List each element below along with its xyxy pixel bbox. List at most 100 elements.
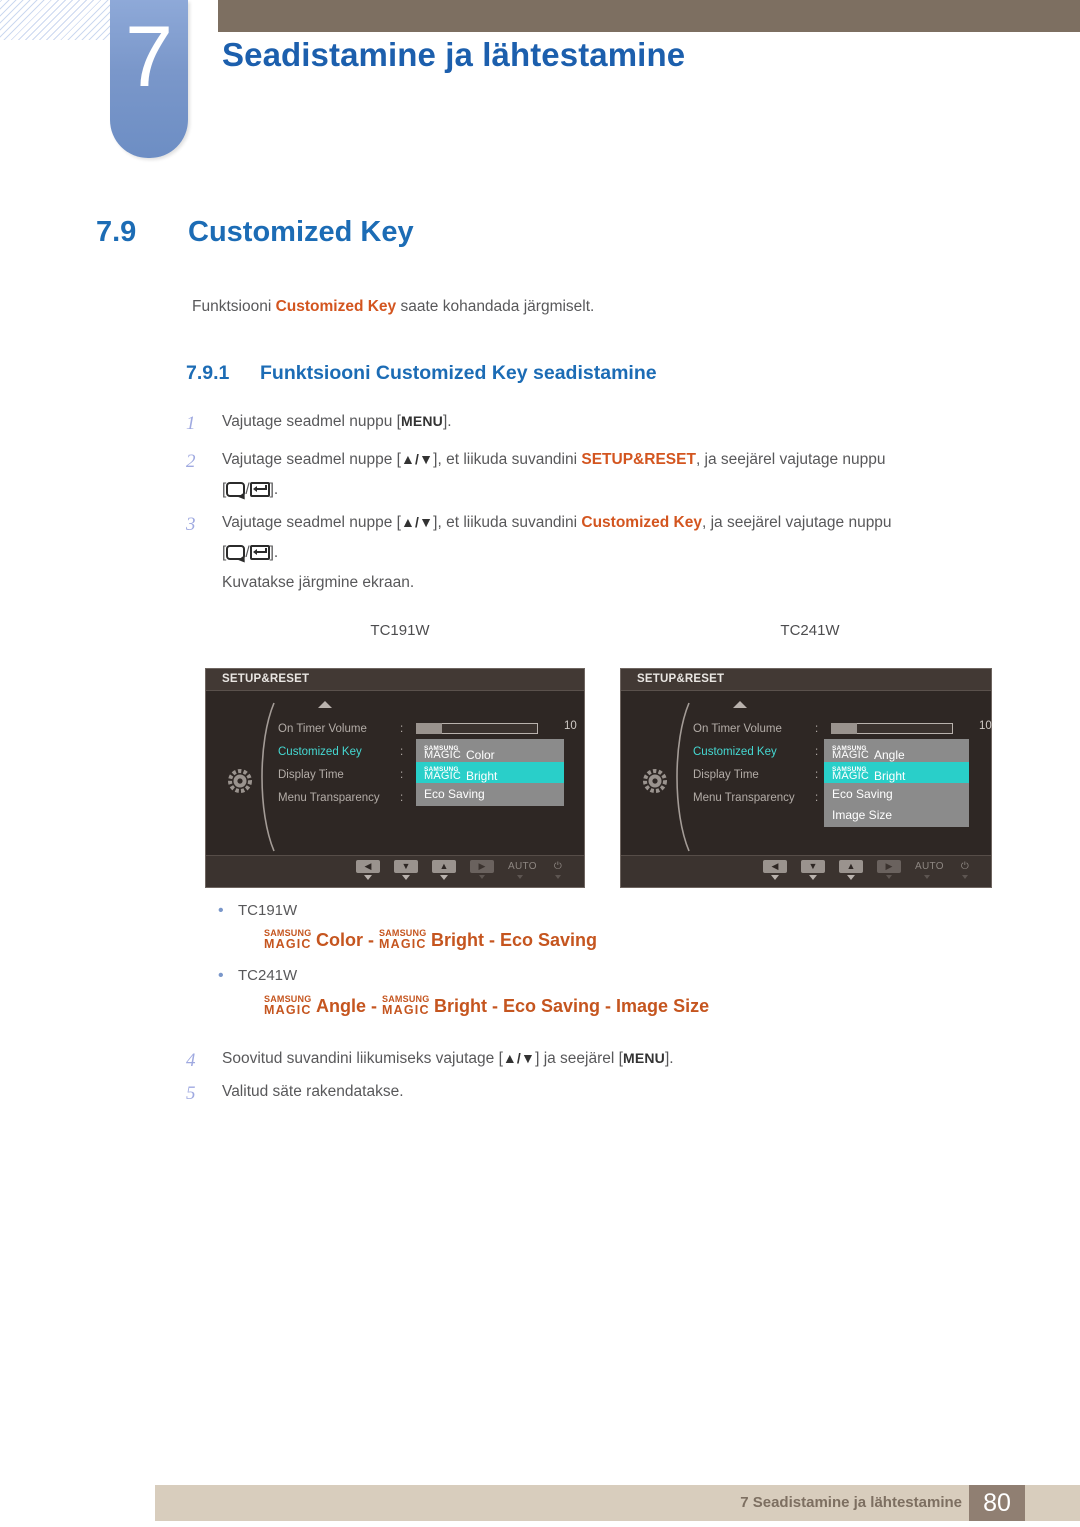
power-icon: ⏻ (960, 861, 970, 872)
row-colon: : (815, 722, 819, 735)
row-colon: : (400, 722, 404, 735)
osd-screenshot-tc191w: SETUP&RESET On Timer Volume : 10 Customi… (205, 668, 585, 888)
steps-list-continued: 4 Soovitud suvandini liikumiseks vajutag… (186, 1047, 998, 1117)
osd-button-auto[interactable]: AUTO (915, 860, 944, 880)
magic-bottom: MAGIC (382, 1002, 430, 1017)
row-label: Customized Key (278, 745, 362, 758)
chapter-number: 7 (125, 9, 173, 105)
osd-button-right[interactable]: ▶ (877, 860, 901, 880)
dropdown-item-magic-angle[interactable]: SAMSUNG MAGIC Angle (824, 741, 969, 762)
samsung-magic-logo: SAMSUNG MAGIC (424, 743, 466, 761)
step-text: Vajutage seadmel nuppe [▲/▼], et liikuda… (222, 448, 998, 502)
osd-button-up[interactable]: ▲ (432, 860, 456, 880)
step-number: 2 (186, 450, 196, 472)
row-label: Display Time (278, 768, 344, 781)
button-tick-icon (364, 875, 372, 880)
step-number: 4 (186, 1050, 196, 1071)
option-first: Angle (316, 995, 367, 1016)
dropdown-item-label: Bright (874, 769, 906, 783)
osd-buttons: ◀ ▼ ▲ ▶ AUTO ⏻ (356, 860, 570, 880)
row-label: Menu Transparency (278, 791, 380, 804)
slider-fill (416, 723, 442, 734)
step-text: Vajutage seadmel nuppu [MENU]. (222, 410, 998, 439)
osd-button-left[interactable]: ◀ (356, 860, 380, 880)
step-text-c: , ja seejärel vajutage nuppu (701, 513, 892, 531)
osd-button-right[interactable]: ▶ (470, 860, 494, 880)
option-first: Color (316, 930, 363, 951)
dropdown-item-magic-bright[interactable]: SAMSUNG MAGIC Bright (416, 762, 564, 783)
osd-body: On Timer Volume : 10 Customized Key : Di… (621, 691, 992, 855)
subsection-title: Funktsiooni Customized Key seadistamine (260, 362, 657, 384)
osd-button-down[interactable]: ▼ (801, 860, 825, 880)
row-colon: : (400, 768, 404, 781)
button-tick-icon (809, 875, 817, 880)
model-options-list: • TC191W SAMSUNG MAGIC Color - SAMSUNG M… (212, 900, 992, 1031)
samsung-magic-logo: SAMSUNG MAGIC (379, 928, 431, 951)
intro-paragraph: Funktsiooni Customized Key saate kohanda… (192, 296, 594, 318)
osd-button-bar: ◀ ▼ ▲ ▶ AUTO ⏻ (206, 855, 584, 887)
step-text-a: Vajutage seadmel nuppe [ (222, 450, 401, 468)
intro-text-before: Funktsiooni (192, 298, 276, 315)
gear-icon (643, 769, 667, 793)
button-tick-icon (771, 875, 779, 880)
option-rest: - Eco Saving (484, 930, 598, 951)
left-arrow-icon: ◀ (763, 860, 787, 873)
auto-label: AUTO (915, 861, 944, 872)
step-text-c: ]. (665, 1050, 674, 1067)
osd-button-bar: ◀ ▼ ▲ ▶ AUTO ⏻ (621, 855, 991, 887)
button-tick-icon (517, 875, 523, 879)
key-menu: MENU (622, 1050, 665, 1066)
osd-row-on-timer-volume[interactable]: On Timer Volume : 10 (278, 717, 577, 740)
magic-bottom: MAGIC (264, 937, 312, 952)
down-arrow-icon: ▼ (801, 860, 825, 873)
step-text-a: Vajutage seadmel nuppu [ (222, 413, 401, 430)
row-label: On Timer Volume (693, 722, 782, 735)
magic-bottom: MAGIC (264, 1002, 312, 1017)
step-text-b: ], et liikuda suvandini (433, 450, 582, 468)
list-item: • TC241W (212, 965, 992, 987)
osd-button-down[interactable]: ▼ (394, 860, 418, 880)
osd-button-up[interactable]: ▲ (839, 860, 863, 880)
customized-key-dropdown[interactable]: SAMSUNG MAGIC Angle SAMSUNG MAGIC Bright… (824, 739, 969, 827)
key-arrows: ▲/▼ (502, 1050, 536, 1066)
enter-key-icon (249, 481, 270, 497)
gear-icon (228, 769, 252, 793)
bracket-close: ]. (269, 480, 279, 498)
osd-button-power[interactable]: ⏻ (953, 860, 977, 880)
dropdown-item-magic-color[interactable]: SAMSUNG MAGIC Color (416, 741, 564, 762)
list-item: 4 Soovitud suvandini liikumiseks vajutag… (186, 1047, 998, 1076)
dropdown-item-eco-saving[interactable]: Eco Saving (824, 783, 969, 804)
row-label: Display Time (693, 768, 759, 781)
option-second: Bright (434, 995, 488, 1016)
samsung-magic-logo: SAMSUNG MAGIC (424, 764, 466, 782)
model-option-sequence-tc241w: SAMSUNG MAGIC Angle - SAMSUNG MAGIC Brig… (264, 994, 992, 1017)
osd-title: SETUP&RESET (621, 669, 991, 691)
list-item: 5 Valitud säte rakendatakse. (186, 1080, 998, 1109)
osd-button-left[interactable]: ◀ (763, 860, 787, 880)
power-icon: ⏻ (553, 861, 563, 872)
dropdown-item-eco-saving[interactable]: Eco Saving (416, 783, 564, 804)
osd-button-auto[interactable]: AUTO (508, 860, 537, 880)
option-second: Bright (431, 930, 484, 951)
model-name: TC241W (238, 967, 298, 985)
button-tick-icon (479, 875, 485, 879)
samsung-magic-logo: SAMSUNG MAGIC (832, 764, 874, 782)
volume-slider[interactable]: 10 (416, 720, 577, 734)
section-title: Customized Key (188, 216, 414, 248)
row-colon: : (400, 791, 404, 804)
right-arrow-icon: ▶ (877, 860, 901, 873)
samsung-magic-logo: SAMSUNG MAGIC (264, 994, 316, 1017)
step-number: 5 (186, 1082, 196, 1104)
header-brown-bar (218, 0, 1080, 32)
dropdown-item-magic-bright[interactable]: SAMSUNG MAGIC Bright (824, 762, 969, 783)
osd-row-on-timer-volume[interactable]: On Timer Volume : 10 (693, 717, 992, 740)
dropdown-item-image-size[interactable]: Image Size (824, 804, 969, 825)
osd-button-power[interactable]: ⏻ (546, 860, 570, 880)
up-arrow-icon: ▲ (839, 860, 863, 873)
step-number: 1 (186, 413, 196, 434)
volume-slider[interactable]: 10 (831, 720, 992, 734)
button-tick-icon (962, 875, 968, 879)
model-name: TC191W (238, 902, 298, 919)
customized-key-dropdown[interactable]: SAMSUNG MAGIC Color SAMSUNG MAGIC Bright… (416, 739, 564, 806)
intro-highlight: Customized Key (275, 298, 397, 315)
